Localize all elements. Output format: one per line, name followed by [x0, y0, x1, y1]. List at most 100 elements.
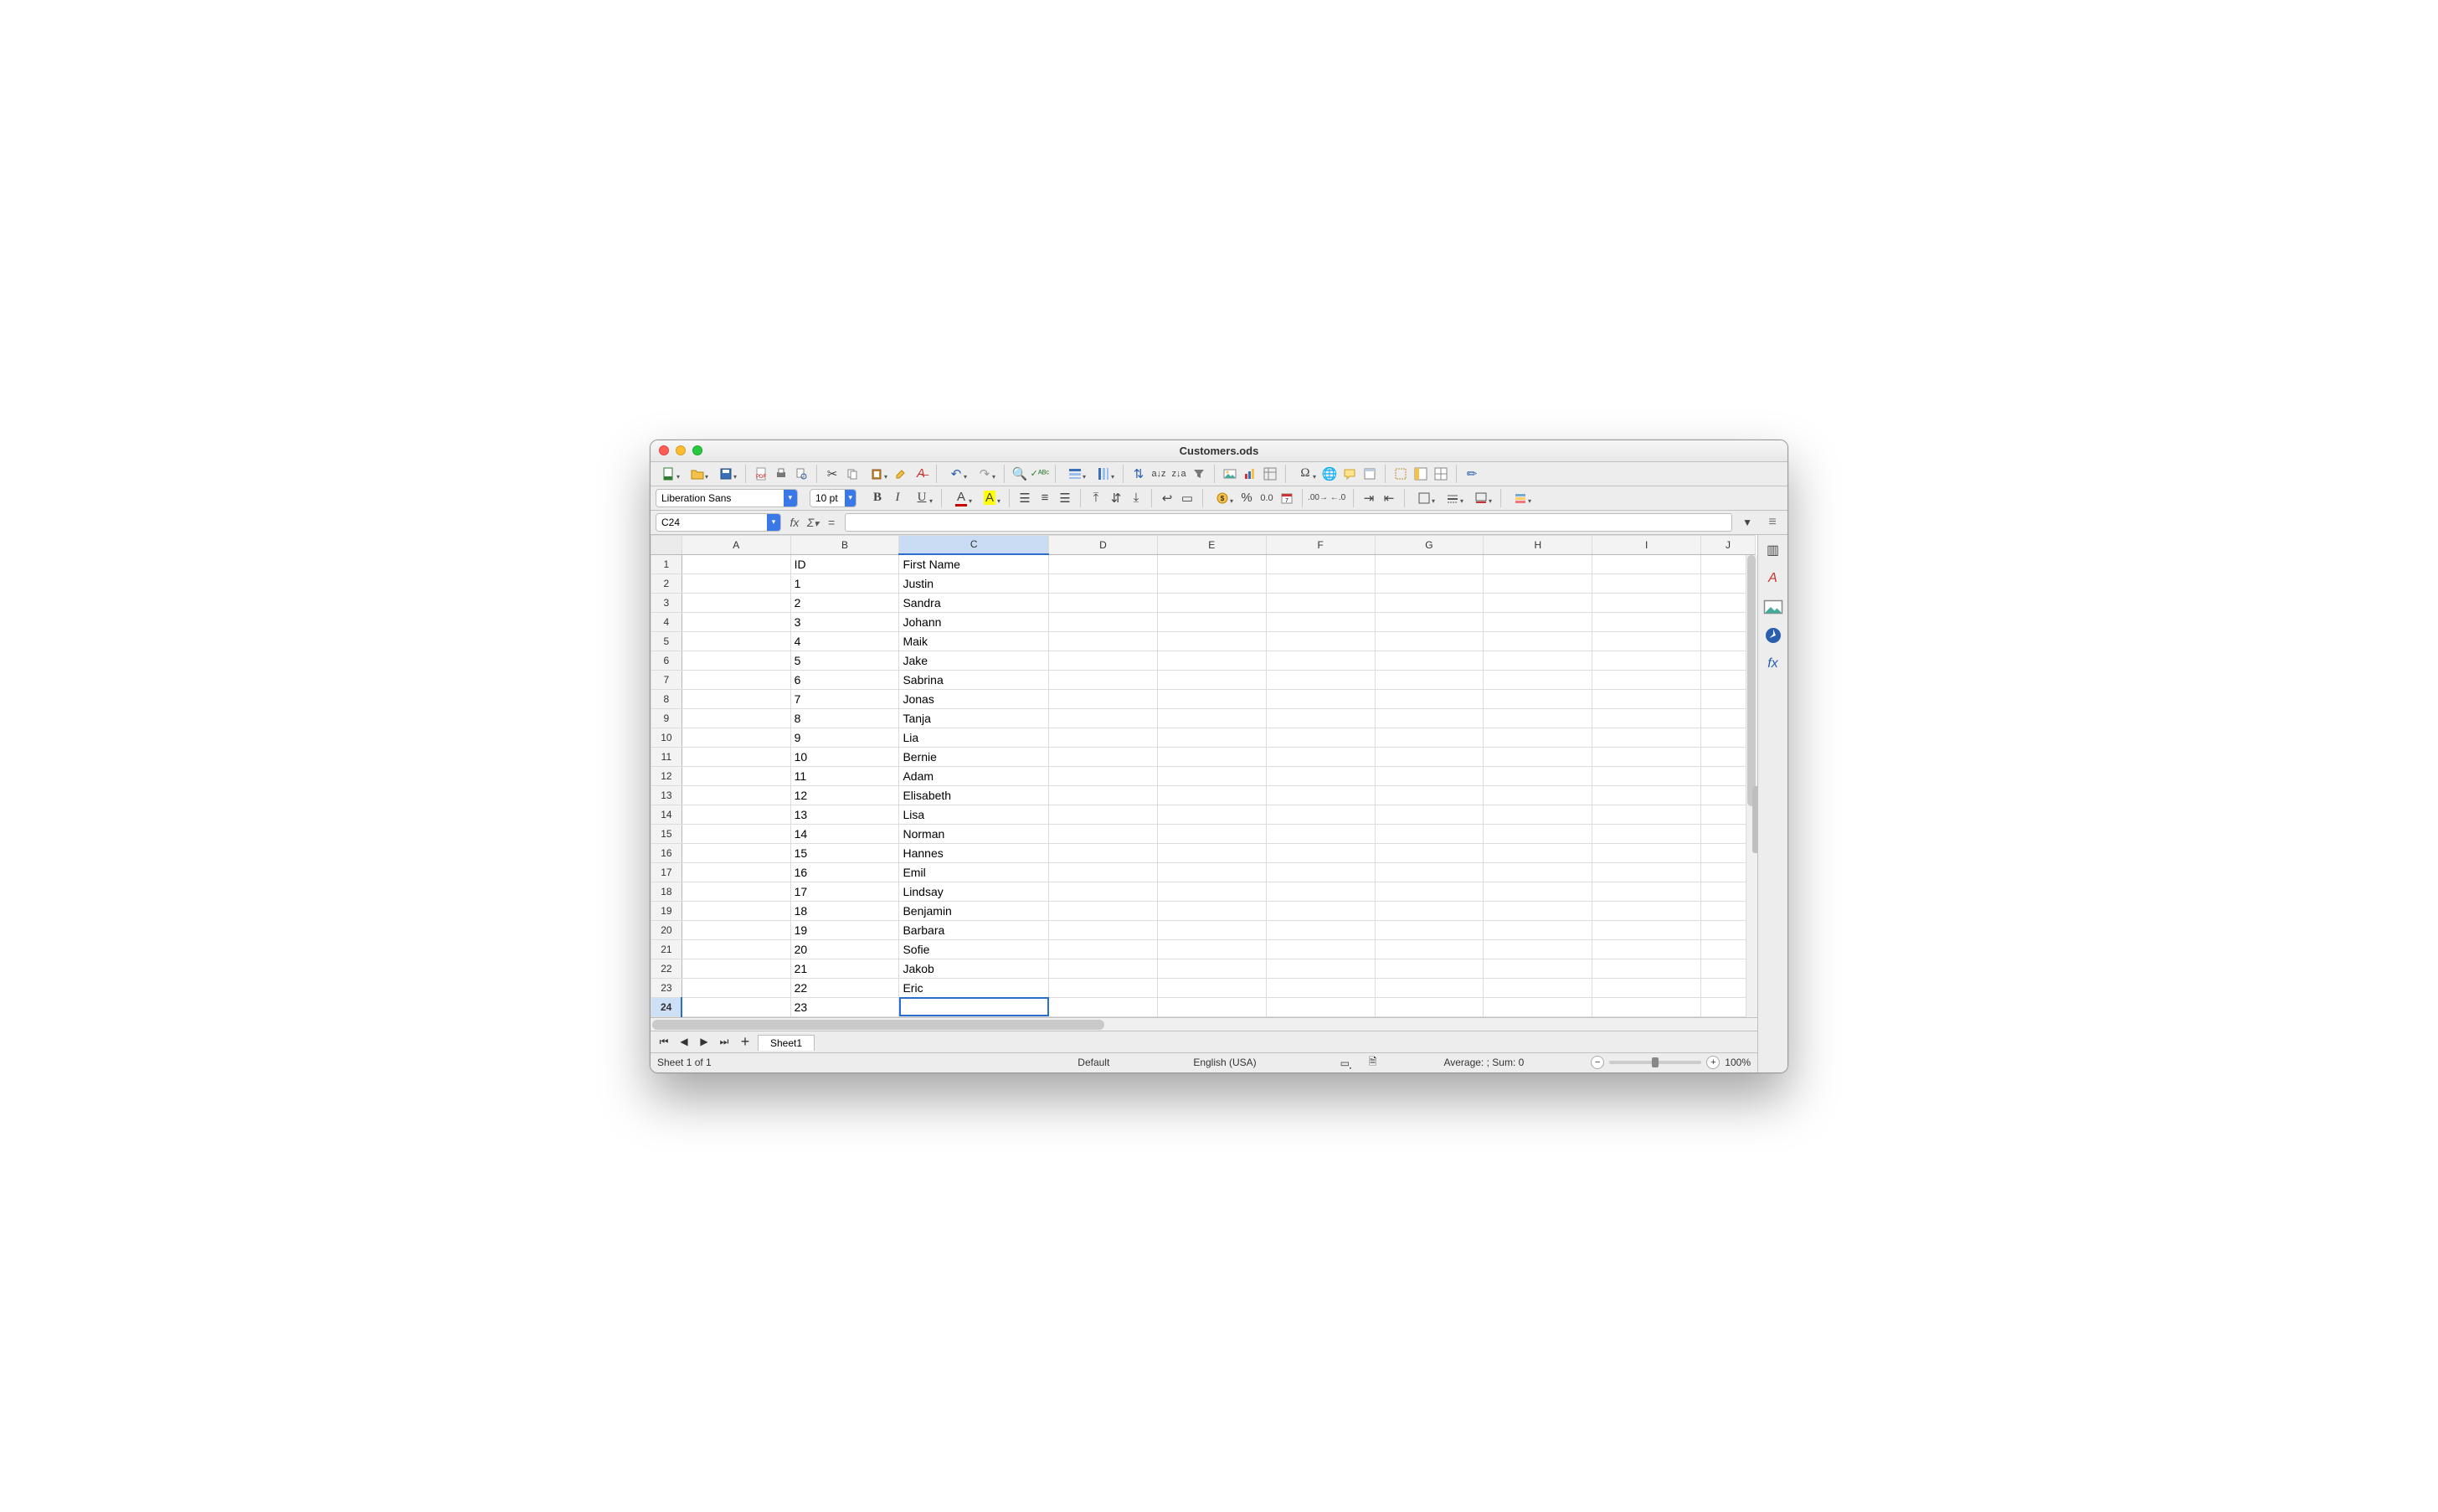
zoom-slider[interactable]: [1609, 1061, 1701, 1064]
cell-H10[interactable]: [1484, 728, 1592, 747]
align-center-button[interactable]: ≡: [1036, 489, 1054, 507]
font-name-dropdown-icon[interactable]: ▾: [784, 490, 797, 507]
cell-I19[interactable]: [1592, 901, 1701, 920]
row-header[interactable]: 19: [651, 901, 682, 920]
cell-C5[interactable]: Maik: [899, 631, 1049, 651]
cell-E10[interactable]: [1157, 728, 1266, 747]
row-header[interactable]: 14: [651, 805, 682, 824]
show-draw-functions-button[interactable]: ✏: [1463, 465, 1481, 483]
row-header[interactable]: 13: [651, 785, 682, 805]
sort-descending-button[interactable]: z↓a: [1170, 465, 1188, 483]
cell-I21[interactable]: [1592, 939, 1701, 959]
cell-E6[interactable]: [1157, 651, 1266, 670]
sort-ascending-button[interactable]: a↓z: [1150, 465, 1168, 483]
cell-I22[interactable]: [1592, 959, 1701, 978]
cell-A8[interactable]: [682, 689, 790, 708]
tab-prev-button[interactable]: ◀: [676, 1036, 692, 1047]
cell-H3[interactable]: [1484, 593, 1592, 612]
row-operations-button[interactable]: [1062, 465, 1088, 483]
cell-B2[interactable]: 1: [790, 573, 899, 593]
cell-A19[interactable]: [682, 901, 790, 920]
freeze-panes-button[interactable]: [1412, 465, 1430, 483]
select-all-corner[interactable]: [651, 535, 682, 554]
row-header[interactable]: 6: [651, 651, 682, 670]
redo-button[interactable]: ↷: [971, 465, 998, 483]
cell-H13[interactable]: [1484, 785, 1592, 805]
cell-E23[interactable]: [1157, 978, 1266, 997]
cell-I12[interactable]: [1592, 766, 1701, 785]
cell-E21[interactable]: [1157, 939, 1266, 959]
status-selection-mode-icon[interactable]: ▭⸼: [1340, 1056, 1352, 1070]
cell-F7[interactable]: [1266, 670, 1375, 689]
autofilter-button[interactable]: [1190, 465, 1208, 483]
align-bottom-button[interactable]: ⤓: [1127, 489, 1145, 507]
cell-F6[interactable]: [1266, 651, 1375, 670]
cell-G21[interactable]: [1375, 939, 1484, 959]
cell-H11[interactable]: [1484, 747, 1592, 766]
border-color-button[interactable]: [1468, 489, 1494, 507]
cell-B5[interactable]: 4: [790, 631, 899, 651]
cell-I5[interactable]: [1592, 631, 1701, 651]
cell-A18[interactable]: [682, 882, 790, 901]
remove-decimal-button[interactable]: ←.0: [1329, 489, 1347, 507]
cell-A3[interactable]: [682, 593, 790, 612]
row-header[interactable]: 7: [651, 670, 682, 689]
align-middle-button[interactable]: ⇵: [1107, 489, 1125, 507]
cell-I17[interactable]: [1592, 862, 1701, 882]
cell-G13[interactable]: [1375, 785, 1484, 805]
cell-reference-input[interactable]: [656, 517, 767, 528]
formula-input[interactable]: [845, 513, 1732, 532]
status-language[interactable]: English (USA): [1193, 1057, 1256, 1068]
sidebar-functions-icon[interactable]: fx: [1763, 654, 1783, 674]
add-decimal-button[interactable]: .00→: [1309, 489, 1327, 507]
cell-B14[interactable]: 13: [790, 805, 899, 824]
cell-E1[interactable]: [1157, 554, 1266, 573]
cell-H8[interactable]: [1484, 689, 1592, 708]
currency-format-button[interactable]: $: [1209, 489, 1236, 507]
cell-C14[interactable]: Lisa: [899, 805, 1049, 824]
cell-B17[interactable]: 16: [790, 862, 899, 882]
zoom-in-button[interactable]: +: [1706, 1056, 1720, 1069]
cell-B13[interactable]: 12: [790, 785, 899, 805]
cell-D6[interactable]: [1049, 651, 1158, 670]
cut-button[interactable]: ✂: [823, 465, 841, 483]
cell-I20[interactable]: [1592, 920, 1701, 939]
cell-D20[interactable]: [1049, 920, 1158, 939]
cell-F24[interactable]: [1266, 997, 1375, 1016]
cell-F10[interactable]: [1266, 728, 1375, 747]
cell-G19[interactable]: [1375, 901, 1484, 920]
paste-button[interactable]: [863, 465, 890, 483]
cell-B15[interactable]: 14: [790, 824, 899, 843]
sidebar-menu-icon[interactable]: ≡: [1762, 515, 1782, 530]
align-left-button[interactable]: ☰: [1016, 489, 1034, 507]
cell-E15[interactable]: [1157, 824, 1266, 843]
cell-F16[interactable]: [1266, 843, 1375, 862]
cell-F20[interactable]: [1266, 920, 1375, 939]
cell-B18[interactable]: 17: [790, 882, 899, 901]
cell-C19[interactable]: Benjamin: [899, 901, 1049, 920]
cell-H20[interactable]: [1484, 920, 1592, 939]
cell-reference-dropdown-icon[interactable]: ▾: [767, 514, 780, 531]
cell-I4[interactable]: [1592, 612, 1701, 631]
cell-D2[interactable]: [1049, 573, 1158, 593]
cell-I6[interactable]: [1592, 651, 1701, 670]
sidebar-gallery-icon[interactable]: [1763, 597, 1783, 617]
cell-D5[interactable]: [1049, 631, 1158, 651]
undo-button[interactable]: ↶: [943, 465, 970, 483]
cell-C15[interactable]: Norman: [899, 824, 1049, 843]
cell-B22[interactable]: 21: [790, 959, 899, 978]
split-window-button[interactable]: [1432, 465, 1450, 483]
cell-H22[interactable]: [1484, 959, 1592, 978]
font-size-dropdown-icon[interactable]: ▾: [845, 490, 856, 507]
cell-G10[interactable]: [1375, 728, 1484, 747]
cell-D11[interactable]: [1049, 747, 1158, 766]
function-wizard-button[interactable]: fx: [786, 516, 803, 529]
cell-A17[interactable]: [682, 862, 790, 882]
sidebar-collapse-handle[interactable]: [1752, 786, 1757, 853]
sum-button[interactable]: Σ▾: [805, 516, 821, 529]
cell-H9[interactable]: [1484, 708, 1592, 728]
cell-E17[interactable]: [1157, 862, 1266, 882]
cell-D13[interactable]: [1049, 785, 1158, 805]
cell-F4[interactable]: [1266, 612, 1375, 631]
row-header[interactable]: 15: [651, 824, 682, 843]
